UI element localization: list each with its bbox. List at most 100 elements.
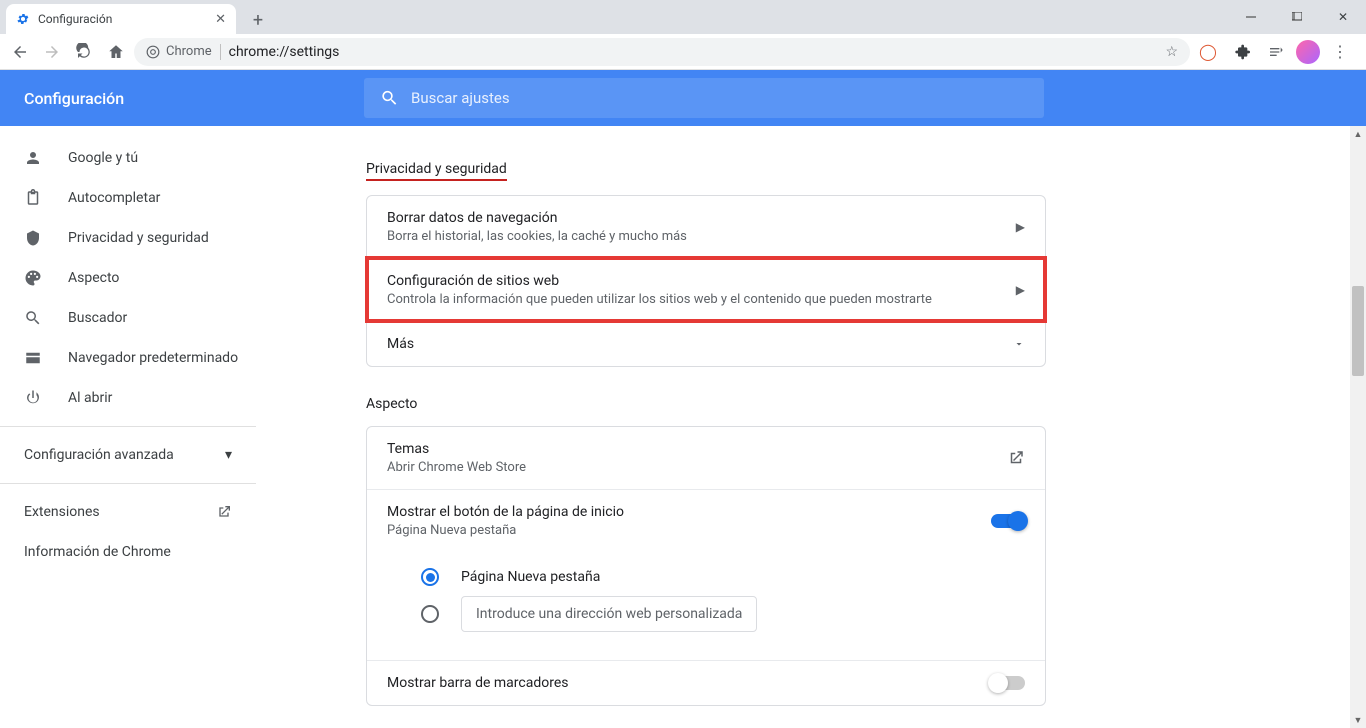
chevron-down-icon: ▾ <box>225 447 232 463</box>
omnibox-divider <box>220 44 221 60</box>
extensions-icon[interactable] <box>1228 38 1256 66</box>
row-home-button: Mostrar el botón de la página de inicio … <box>367 489 1045 552</box>
toggle-home-button[interactable] <box>991 514 1025 528</box>
radio-icon <box>421 568 439 586</box>
row-desc: Borra el historial, las cookies, la cach… <box>387 229 687 244</box>
settings-search-input[interactable] <box>411 89 1028 107</box>
sidebar-about[interactable]: Información de Chrome <box>0 532 256 572</box>
row-themes[interactable]: Temas Abrir Chrome Web Store <box>367 427 1045 489</box>
radio-label: Página Nueva pestaña <box>461 569 600 585</box>
custom-url-input[interactable]: Introduce una dirección web personalizad… <box>461 596 757 632</box>
person-icon <box>24 149 44 167</box>
reload-button[interactable] <box>70 38 98 66</box>
row-more[interactable]: Más <box>367 321 1045 366</box>
row-site-settings[interactable]: Configuración de sitios web Controla la … <box>367 258 1045 321</box>
scroll-down-arrow[interactable]: ▼ <box>1350 712 1366 728</box>
sidebar-label: Navegador predeterminado <box>68 350 238 366</box>
sidebar-item-autofill[interactable]: Autocompletar <box>0 178 256 218</box>
minimize-button[interactable] <box>1228 0 1274 34</box>
sidebar-label: Autocompletar <box>68 190 160 206</box>
section-title-privacy: Privacidad y seguridad <box>366 161 507 181</box>
home-button[interactable] <box>102 38 130 66</box>
reading-list-icon[interactable] <box>1262 38 1290 66</box>
tab-title: Configuración <box>38 12 112 26</box>
power-icon <box>24 389 44 407</box>
chevron-right-icon: ▶ <box>1016 283 1025 297</box>
chrome-icon <box>146 45 160 59</box>
browser-tab[interactable]: Configuración ✕ <box>6 4 236 34</box>
forward-button[interactable] <box>38 38 66 66</box>
section-title-appearance: Aspecto <box>366 396 417 412</box>
search-icon <box>380 88 399 108</box>
palette-icon <box>24 269 44 287</box>
settings-main: Privacidad y seguridad Borrar datos de n… <box>256 126 1366 728</box>
sidebar-label: Privacidad y seguridad <box>68 230 209 246</box>
menu-button[interactable]: ⋮ <box>1326 38 1354 66</box>
sidebar-item-google[interactable]: Google y tú <box>0 138 256 178</box>
sidebar-extensions-label: Extensiones <box>24 504 100 520</box>
sidebar-label: Aspecto <box>68 270 119 286</box>
appearance-card: Temas Abrir Chrome Web Store Mostrar el … <box>366 426 1046 706</box>
browser-toolbar: Chrome chrome://settings ☆ ◯ ⋮ <box>0 34 1366 70</box>
chevron-right-icon: ▶ <box>1016 220 1025 234</box>
window-titlebar: Configuración ✕ + ✕ <box>0 0 1366 34</box>
shield-icon <box>24 229 44 247</box>
row-clear-data[interactable]: Borrar datos de navegación Borra el hist… <box>367 196 1045 258</box>
row-title: Mostrar el botón de la página de inicio <box>387 504 624 520</box>
sidebar-item-default-browser[interactable]: Navegador predeterminado <box>0 338 256 378</box>
radio-option-newtab[interactable]: Página Nueva pestaña <box>421 568 1025 586</box>
sidebar-item-appearance[interactable]: Aspecto <box>0 258 256 298</box>
settings-title: Configuración <box>24 89 364 108</box>
sidebar-item-search[interactable]: Buscador <box>0 298 256 338</box>
scroll-thumb[interactable] <box>1352 286 1364 376</box>
row-title: Más <box>387 336 414 352</box>
sidebar-separator <box>0 426 256 427</box>
radio-icon <box>421 605 439 623</box>
row-bookmarks-bar: Mostrar barra de marcadores <box>367 660 1045 705</box>
back-button[interactable] <box>6 38 34 66</box>
sidebar-separator <box>0 483 256 484</box>
settings-search[interactable] <box>364 78 1044 118</box>
chevron-down-icon <box>1013 338 1025 350</box>
site-label: Chrome <box>166 44 212 59</box>
row-title: Mostrar barra de marcadores <box>387 675 568 691</box>
sidebar-label: Al abrir <box>68 390 112 406</box>
extension-duck-icon[interactable]: ◯ <box>1194 38 1222 66</box>
sidebar-about-label: Información de Chrome <box>24 544 171 560</box>
site-info[interactable]: Chrome <box>146 44 212 59</box>
sidebar-extensions[interactable]: Extensiones <box>0 492 256 532</box>
row-desc: Página Nueva pestaña <box>387 523 624 538</box>
new-tab-button[interactable]: + <box>244 6 272 34</box>
home-button-options: Página Nueva pestaña Introduce una direc… <box>367 552 1045 660</box>
address-bar[interactable]: Chrome chrome://settings ☆ <box>134 38 1190 66</box>
vertical-scrollbar[interactable]: ▲ ▼ <box>1350 126 1366 728</box>
open-in-new-icon <box>1007 449 1025 467</box>
close-window-button[interactable]: ✕ <box>1320 0 1366 34</box>
row-title: Borrar datos de navegación <box>387 210 687 226</box>
close-tab-icon[interactable]: ✕ <box>215 12 226 27</box>
sidebar-item-onstartup[interactable]: Al abrir <box>0 378 256 418</box>
open-in-new-icon <box>216 504 232 520</box>
search-icon <box>24 309 44 327</box>
url-text: chrome://settings <box>229 44 340 60</box>
sidebar-label: Buscador <box>68 310 127 326</box>
browser-icon <box>24 349 44 367</box>
input-placeholder: Introduce una dirección web personalizad… <box>476 606 742 622</box>
profile-avatar[interactable] <box>1296 40 1320 64</box>
privacy-card: Borrar datos de navegación Borra el hist… <box>366 195 1046 367</box>
clipboard-icon <box>24 189 44 207</box>
sidebar-item-privacy[interactable]: Privacidad y seguridad <box>0 218 256 258</box>
window-controls: ✕ <box>1228 0 1366 34</box>
settings-header: Configuración <box>0 70 1366 126</box>
gear-icon <box>16 12 30 26</box>
maximize-button[interactable] <box>1274 0 1320 34</box>
row-desc: Abrir Chrome Web Store <box>387 460 526 475</box>
sidebar-advanced-label: Configuración avanzada <box>24 447 174 463</box>
star-icon[interactable]: ☆ <box>1165 44 1178 60</box>
row-desc: Controla la información que pueden utili… <box>387 292 932 307</box>
row-title: Configuración de sitios web <box>387 273 932 289</box>
scroll-up-arrow[interactable]: ▲ <box>1350 126 1366 142</box>
sidebar-advanced[interactable]: Configuración avanzada ▾ <box>0 435 256 475</box>
toggle-bookmarks-bar[interactable] <box>991 676 1025 690</box>
radio-option-custom-url[interactable]: Introduce una dirección web personalizad… <box>421 596 1025 632</box>
